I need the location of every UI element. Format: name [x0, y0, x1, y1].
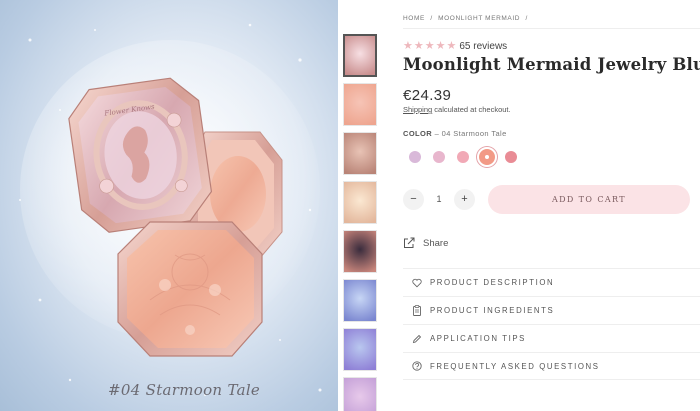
accordion-product-description[interactable]: PRODUCT DESCRIPTION: [403, 268, 700, 296]
thumbnail-image: [344, 378, 376, 411]
product-price: €24.39: [403, 87, 452, 104]
divider: [403, 28, 700, 29]
accordion-label: PRODUCT INGREDIENTS: [430, 306, 555, 315]
thumb-pink-compact[interactable]: [343, 377, 377, 411]
breadcrumb-collection[interactable]: MOONLIGHT MERMAID: [438, 15, 520, 22]
thumbnail-image: [344, 182, 376, 223]
product-info-panel: HOME / MOONLIGHT MERMAID / ★ ★ ★ ★ ★ 65 revi…: [403, 0, 700, 411]
accordion-faq[interactable]: FREQUENTLY ASKED QUESTIONS: [403, 352, 700, 380]
pencil-icon: [412, 334, 422, 343]
star-icon: ★: [413, 40, 424, 52]
breadcrumb-separator: /: [430, 15, 433, 22]
thumb-blush-pan[interactable]: [343, 83, 377, 126]
thumbnail-image: [344, 133, 376, 174]
thumb-blue-compact-2[interactable]: [343, 328, 377, 371]
color-swatch[interactable]: [457, 151, 469, 163]
star-icon: ★: [435, 40, 446, 52]
quantity-increase-button[interactable]: +: [453, 188, 475, 210]
accordion-label: FREQUENTLY ASKED QUESTIONS: [430, 361, 600, 371]
product-hero-image: Flower Knows #04 Starmoon Tale: [0, 0, 338, 411]
thumbnail-image: [344, 84, 376, 125]
accordion-label: APPLICATION TIPS: [430, 334, 526, 343]
thumb-model-1[interactable]: [343, 181, 377, 224]
thumb-swatch-strip[interactable]: [343, 132, 377, 175]
variant-label: COLOR – 04 Starmoon Tale: [403, 129, 507, 138]
quantity-stepper: − 1 +: [403, 188, 475, 210]
star-icon: ★: [424, 40, 435, 52]
shipping-link[interactable]: Shipping: [403, 105, 432, 114]
star-rating: ★ ★ ★ ★ ★: [403, 41, 456, 52]
accordion-label: PRODUCT DESCRIPTION: [430, 278, 555, 287]
star-icon: ★: [446, 40, 457, 52]
thumb-model-2[interactable]: [343, 230, 377, 273]
quantity-value[interactable]: 1: [436, 194, 441, 204]
variant-separator: –: [432, 129, 442, 138]
clipboard-icon: [413, 305, 421, 316]
share-label: Share: [423, 237, 449, 249]
color-swatch[interactable]: [505, 151, 517, 163]
color-swatch[interactable]: [477, 147, 497, 167]
share-icon: [404, 237, 415, 248]
review-count[interactable]: 65 reviews: [459, 41, 507, 52]
thumb-compact-closed[interactable]: [343, 34, 377, 77]
add-to-cart-button[interactable]: ADD TO CART: [488, 185, 690, 214]
accordion-product-ingredients[interactable]: PRODUCT INGREDIENTS: [403, 296, 700, 324]
variant-option-name: COLOR: [403, 129, 433, 138]
accordion-application-tips[interactable]: APPLICATION TIPS: [403, 324, 700, 352]
product-title: Moonlight Mermaid Jewelry Blush: [403, 55, 700, 74]
breadcrumb-separator: /: [525, 15, 528, 22]
share-button[interactable]: Share: [403, 237, 448, 249]
color-swatch[interactable]: [409, 151, 421, 163]
star-icon: ★: [403, 40, 413, 52]
thumbnail-image: [344, 280, 376, 321]
thumbnail-strip: [343, 34, 379, 411]
thumbnail-image: [345, 36, 375, 75]
rating[interactable]: ★ ★ ★ ★ ★ 65 reviews: [403, 41, 507, 53]
thumbnail-image: [344, 231, 376, 272]
variant-selected-value: 04 Starmoon Tale: [441, 129, 507, 138]
thumb-blue-compact-1[interactable]: [343, 279, 377, 322]
blush-compact-illustration: Flower Knows: [19, 23, 322, 396]
breadcrumb-home[interactable]: HOME: [403, 15, 425, 22]
product-accordion: PRODUCT DESCRIPTION PRODUCT INGREDIENTS …: [403, 268, 700, 380]
heart-icon: [412, 278, 422, 287]
shade-caption: #04 Starmoon Tale: [108, 381, 261, 399]
quantity-decrease-button[interactable]: −: [403, 188, 424, 210]
breadcrumb: HOME / MOONLIGHT MERMAID /: [403, 15, 531, 22]
shipping-text: calculated at checkout.: [432, 105, 511, 114]
question-icon: [412, 361, 422, 371]
color-swatch[interactable]: [433, 151, 445, 163]
thumbnail-image: [344, 329, 376, 370]
color-swatches: [409, 147, 529, 167]
shipping-note: Shipping calculated at checkout.: [403, 105, 511, 114]
